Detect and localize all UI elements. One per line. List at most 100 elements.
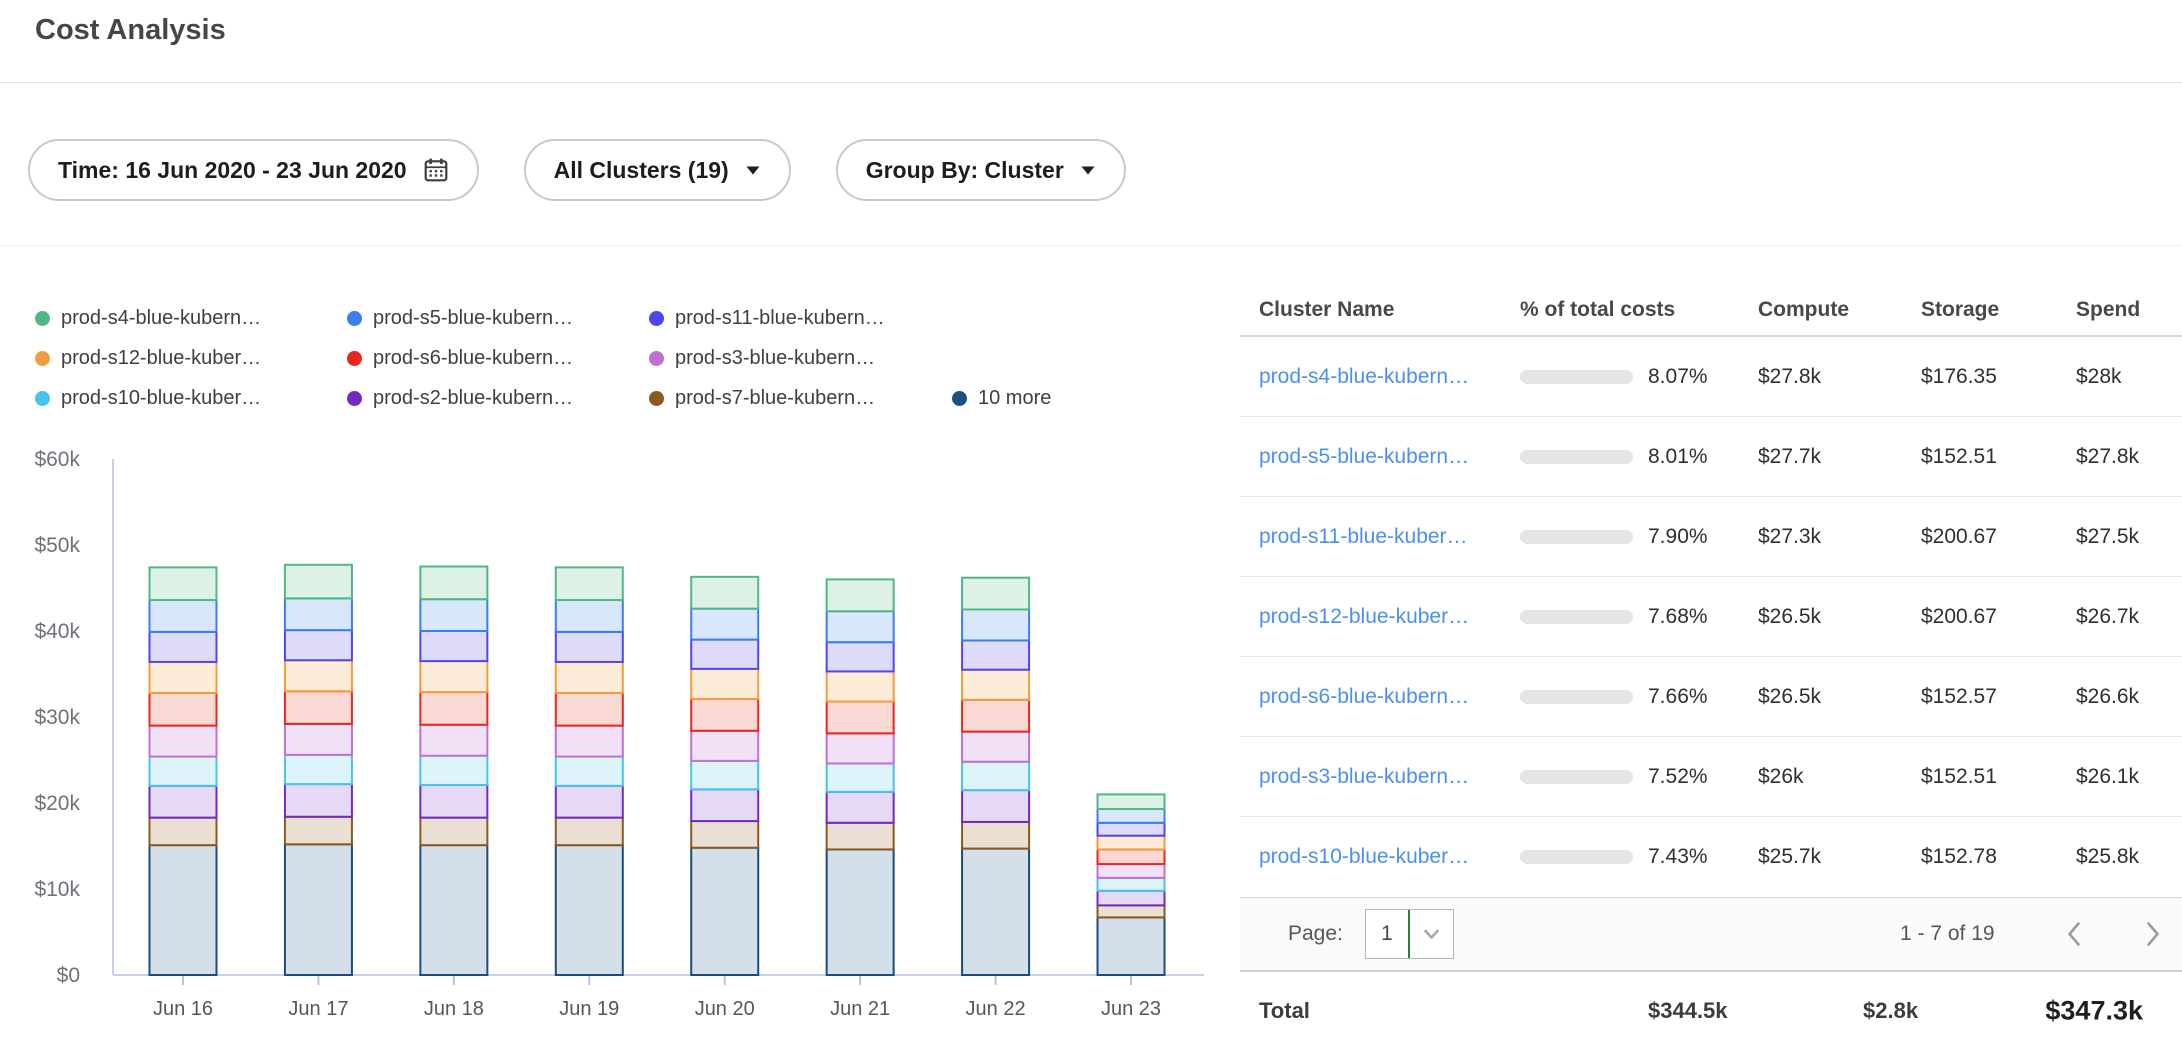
clusters-filter-dropdown[interactable]: All Clusters (19) xyxy=(524,139,791,201)
cluster-name-link[interactable]: prod-s12-blue-kuber… xyxy=(1259,605,1469,628)
bar-segment[interactable] xyxy=(420,567,487,600)
bar-segment[interactable] xyxy=(827,702,894,734)
bar-segment[interactable] xyxy=(691,609,758,640)
bar-segment[interactable] xyxy=(827,763,894,791)
bar-segment[interactable] xyxy=(1098,794,1165,809)
cluster-name-link[interactable]: prod-s4-blue-kubern… xyxy=(1259,365,1469,388)
bar-segment[interactable] xyxy=(150,567,217,600)
cluster-name-link[interactable]: prod-s3-blue-kubern… xyxy=(1259,765,1469,788)
bar-segment[interactable] xyxy=(420,725,487,756)
bar-segment[interactable] xyxy=(285,660,352,691)
cluster-name-link[interactable]: prod-s11-blue-kuber… xyxy=(1259,525,1468,548)
bar-segment[interactable] xyxy=(827,849,894,975)
bar-segment[interactable] xyxy=(1098,917,1165,975)
bar-segment[interactable] xyxy=(150,845,217,975)
bar-segment[interactable] xyxy=(285,755,352,784)
bar-segment[interactable] xyxy=(420,631,487,661)
bar-segment[interactable] xyxy=(420,845,487,975)
bar-segment[interactable] xyxy=(150,786,217,818)
bar-segment[interactable] xyxy=(962,578,1029,610)
bar-segment[interactable] xyxy=(556,662,623,693)
bar-segment[interactable] xyxy=(691,848,758,975)
bar-segment[interactable] xyxy=(962,640,1029,669)
bar-segment[interactable] xyxy=(827,579,894,611)
group-by-dropdown[interactable]: Group By: Cluster xyxy=(836,139,1126,201)
bar-segment[interactable] xyxy=(962,822,1029,849)
bar-segment[interactable] xyxy=(285,844,352,975)
bar-segment[interactable] xyxy=(827,733,894,763)
legend-item[interactable]: prod-s5-blue-kubern… xyxy=(347,307,649,330)
bar-segment[interactable] xyxy=(285,817,352,845)
bar-segment[interactable] xyxy=(285,598,352,630)
next-page-button[interactable] xyxy=(2145,921,2161,948)
bar-segment[interactable] xyxy=(150,693,217,726)
bar-segment[interactable] xyxy=(556,757,623,786)
cluster-name-link[interactable]: prod-s10-blue-kuber… xyxy=(1259,845,1469,868)
legend-item[interactable]: 10 more xyxy=(952,387,1051,410)
bar-segment[interactable] xyxy=(1098,836,1165,850)
bar-segment[interactable] xyxy=(1098,891,1165,906)
bar-segment[interactable] xyxy=(691,789,758,821)
bar-segment[interactable] xyxy=(150,600,217,632)
bar-segment[interactable] xyxy=(285,691,352,724)
bar-segment[interactable] xyxy=(285,565,352,599)
bar-segment[interactable] xyxy=(827,792,894,823)
legend-item[interactable]: prod-s2-blue-kubern… xyxy=(347,387,649,410)
bar-segment[interactable] xyxy=(691,761,758,789)
page-select[interactable]: 1 xyxy=(1365,909,1454,959)
bar-segment[interactable] xyxy=(556,786,623,818)
time-range-filter[interactable]: Time: 16 Jun 2020 - 23 Jun 2020 xyxy=(28,139,479,201)
bar-segment[interactable] xyxy=(285,784,352,817)
bar-segment[interactable] xyxy=(691,640,758,669)
bar-segment[interactable] xyxy=(1098,849,1165,864)
bar-segment[interactable] xyxy=(150,757,217,786)
bar-segment[interactable] xyxy=(827,671,894,701)
bar-segment[interactable] xyxy=(962,732,1029,762)
bar-segment[interactable] xyxy=(691,577,758,609)
bar-segment[interactable] xyxy=(150,662,217,693)
bar-segment[interactable] xyxy=(556,693,623,726)
bar-segment[interactable] xyxy=(827,611,894,642)
cluster-name-link[interactable]: prod-s5-blue-kubern… xyxy=(1259,445,1469,468)
bar-segment[interactable] xyxy=(556,632,623,662)
bar-segment[interactable] xyxy=(420,661,487,692)
legend-item[interactable]: prod-s3-blue-kubern… xyxy=(649,347,952,370)
previous-page-button[interactable] xyxy=(2066,921,2082,948)
bar-segment[interactable] xyxy=(962,700,1029,732)
bar-segment[interactable] xyxy=(1098,809,1165,823)
bar-segment[interactable] xyxy=(691,731,758,761)
bar-segment[interactable] xyxy=(285,630,352,660)
legend-item[interactable]: prod-s10-blue-kuber… xyxy=(35,387,347,410)
bar-segment[interactable] xyxy=(556,600,623,632)
bar-segment[interactable] xyxy=(962,790,1029,822)
bar-segment[interactable] xyxy=(962,849,1029,975)
bar-segment[interactable] xyxy=(420,756,487,785)
bar-segment[interactable] xyxy=(556,726,623,757)
bar-segment[interactable] xyxy=(420,692,487,725)
bar-segment[interactable] xyxy=(556,845,623,975)
legend-item[interactable]: prod-s4-blue-kubern… xyxy=(35,307,347,330)
bar-segment[interactable] xyxy=(420,599,487,631)
bar-segment[interactable] xyxy=(150,726,217,757)
bar-segment[interactable] xyxy=(962,670,1029,700)
bar-segment[interactable] xyxy=(420,785,487,818)
bar-segment[interactable] xyxy=(150,818,217,846)
bar-segment[interactable] xyxy=(691,821,758,848)
bar-segment[interactable] xyxy=(1098,878,1165,891)
bar-segment[interactable] xyxy=(556,818,623,846)
bar-segment[interactable] xyxy=(285,724,352,755)
bar-segment[interactable] xyxy=(556,567,623,600)
legend-item[interactable]: prod-s7-blue-kubern… xyxy=(649,387,952,410)
bar-segment[interactable] xyxy=(150,632,217,662)
bar-segment[interactable] xyxy=(962,762,1029,790)
legend-item[interactable]: prod-s6-blue-kubern… xyxy=(347,347,649,370)
bar-segment[interactable] xyxy=(827,823,894,850)
legend-item[interactable]: prod-s11-blue-kubern… xyxy=(649,307,952,330)
bar-segment[interactable] xyxy=(691,669,758,699)
legend-item[interactable]: prod-s12-blue-kuber… xyxy=(35,347,347,370)
cluster-name-link[interactable]: prod-s6-blue-kubern… xyxy=(1259,685,1469,708)
bar-segment[interactable] xyxy=(962,610,1029,641)
bar-segment[interactable] xyxy=(1098,823,1165,836)
bar-segment[interactable] xyxy=(691,699,758,731)
bar-segment[interactable] xyxy=(420,818,487,846)
